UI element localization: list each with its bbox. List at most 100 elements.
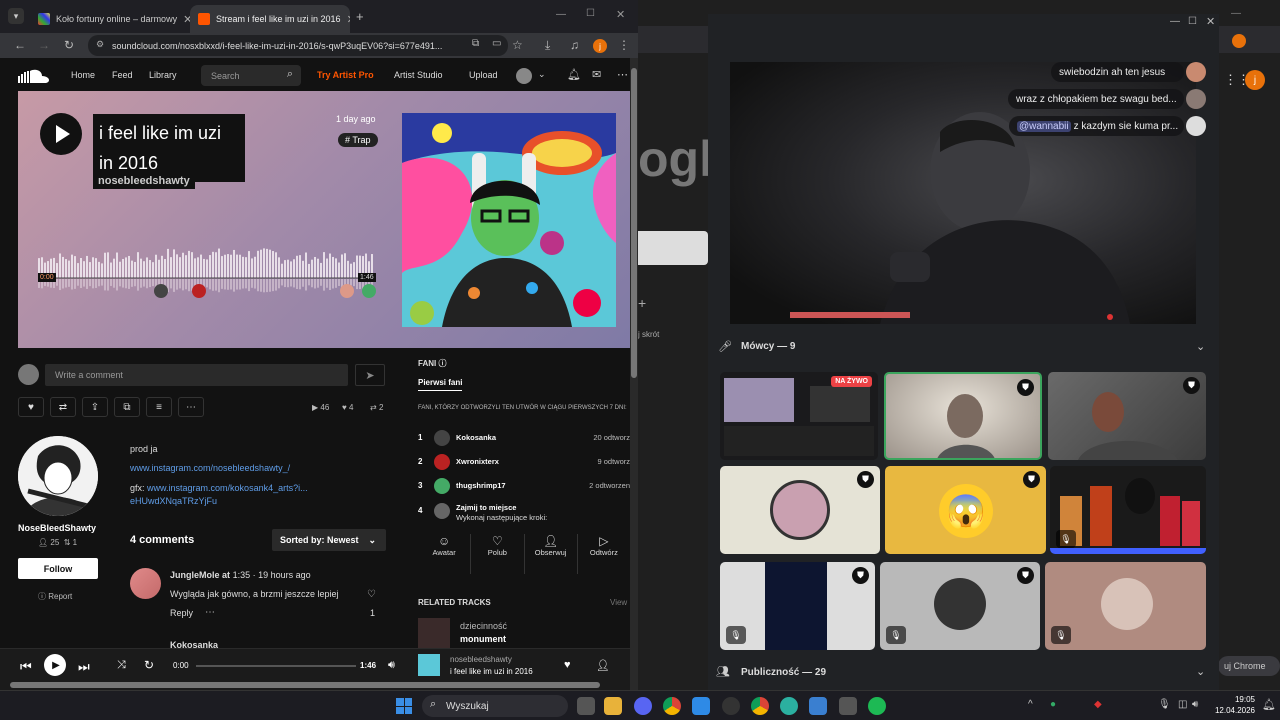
chat-avatar[interactable]: [1186, 116, 1206, 136]
waveform[interactable]: [38, 236, 374, 296]
chevron-down-icon[interactable]: ⌄: [538, 69, 546, 80]
reload-icon[interactable]: ↻: [64, 38, 74, 52]
speaker-tile-avatar-2[interactable]: 😱 ⛊: [885, 466, 1046, 554]
chrome-icon[interactable]: [663, 697, 681, 715]
track-artist[interactable]: nosebleedshawty: [93, 173, 195, 189]
fan-avatar[interactable]: [434, 478, 450, 494]
close-icon[interactable]: ✕: [183, 13, 190, 26]
more-button[interactable]: ⋯: [178, 397, 204, 417]
notepad-icon[interactable]: [809, 697, 827, 715]
send-comment-icon[interactable]: ➤: [355, 364, 385, 386]
follow-button[interactable]: Follow: [18, 558, 98, 579]
calculator-icon[interactable]: [839, 697, 857, 715]
collapse-chevron-icon[interactable]: ⌄: [1196, 665, 1205, 678]
taskbar-search[interactable]: ⌕ Wyszukaj: [422, 695, 568, 717]
fan-row[interactable]: 3 thugshrimp17 2 odtworzen: [418, 478, 630, 498]
info-icon[interactable]: ⓘ: [438, 359, 446, 368]
fan-avatar[interactable]: [434, 503, 450, 519]
user-avatar[interactable]: [516, 68, 532, 84]
cast-icon[interactable]: ▭: [492, 38, 501, 49]
bookmark-star-icon[interactable]: ☆: [512, 38, 523, 52]
fan-action-button[interactable]: ♡ Polub: [471, 534, 525, 574]
site-info-icon[interactable]: ⚙: [96, 39, 104, 50]
wifi-icon[interactable]: ◫: [1178, 699, 1187, 710]
customize-chrome-button[interactable]: uj Chrome: [1218, 656, 1280, 676]
follow-artist-icon[interactable]: 👤︎: [596, 659, 610, 672]
like-button[interactable]: ♥: [18, 397, 44, 417]
fan-action-button[interactable]: ▷ Odtwórz: [578, 534, 630, 574]
profile-avatar[interactable]: j: [593, 39, 607, 53]
share-button[interactable]: ⇪: [82, 397, 108, 417]
tray-app-icon[interactable]: ◆: [1094, 699, 1102, 710]
desc-link-continued[interactable]: eHUwdXNqaTRzYjFu: [130, 496, 217, 506]
comment-input[interactable]: Write a comment: [45, 364, 348, 386]
try-artist-pro-link[interactable]: Try Artist Pro: [317, 70, 374, 80]
chat-avatar[interactable]: [1186, 89, 1206, 109]
tab-kolo-fortuny[interactable]: Koło fortuny online – darmowy ✕: [30, 5, 190, 33]
speaker-tile-webcam-2[interactable]: ⛊: [1048, 372, 1206, 460]
play-button[interactable]: [40, 113, 82, 155]
forward-icon[interactable]: →: [38, 38, 50, 52]
repost-button[interactable]: ⇄: [50, 397, 76, 417]
maximize-icon[interactable]: ☐: [586, 8, 595, 19]
vertical-scrollbar[interactable]: [630, 58, 638, 690]
comment-more-icon[interactable]: ⋯: [205, 607, 215, 618]
more-dots-icon[interactable]: ⋯: [617, 68, 628, 81]
comment-avatar-marker[interactable]: [340, 284, 354, 298]
fan-name[interactable]: Kokosanka: [456, 433, 496, 442]
fan-name[interactable]: Xwronixterx: [456, 457, 499, 466]
minimize-icon[interactable]: —: [1170, 16, 1180, 27]
report-link[interactable]: ⓘ Report: [38, 591, 72, 602]
fan-action-button[interactable]: ☺ Awatar: [418, 534, 472, 574]
previous-icon[interactable]: ⏮: [20, 659, 32, 675]
speaker-tile-avatar-1[interactable]: ⛊: [720, 466, 880, 554]
collapse-chevron-icon[interactable]: ⌄: [1196, 340, 1205, 353]
task-view-icon[interactable]: [577, 697, 595, 715]
speaker-tile-avatar-4[interactable]: 🎙︎: [1045, 562, 1206, 650]
soundcloud-logo-icon[interactable]: [18, 68, 50, 84]
close-window-icon[interactable]: ✕: [616, 8, 625, 21]
fan-row[interactable]: 1 Kokosanka 20 odtworz: [418, 430, 630, 450]
nav-home[interactable]: Home: [71, 70, 95, 80]
back-icon[interactable]: ←: [14, 38, 26, 52]
fan-name[interactable]: thugshrimp17: [456, 481, 506, 490]
close-window-icon[interactable]: ✕: [1206, 15, 1215, 28]
upload-link[interactable]: Upload: [469, 70, 498, 80]
maximize-icon[interactable]: ☐: [1188, 16, 1197, 27]
add-to-playlist-button[interactable]: ≡: [146, 397, 172, 417]
copy-link-button[interactable]: ⧉: [114, 397, 140, 417]
progress-slider[interactable]: [196, 665, 356, 667]
search-input[interactable]: Search ⌕: [201, 65, 301, 86]
artist-name[interactable]: NoseBleedShawty: [18, 523, 96, 533]
speaker-tile-webcam-1[interactable]: ⛊: [884, 372, 1042, 460]
notification-bell-icon[interactable]: 🔔︎: [1262, 698, 1276, 711]
fan-name[interactable]: Zajmij to miejsce: [456, 503, 516, 512]
tab-soundcloud[interactable]: Stream i feel like im uzi in 2016 ✕: [190, 5, 350, 33]
fan-avatar[interactable]: [434, 430, 450, 446]
commenter-avatar[interactable]: [130, 568, 161, 599]
related-track-title[interactable]: monument: [460, 634, 506, 644]
volume-tray-icon[interactable]: 🔊︎: [1192, 699, 1198, 710]
sort-dropdown[interactable]: Sorted by: Newest ⌄: [272, 529, 386, 551]
fan-row[interactable]: 2 Xwronixterx 9 odtworz: [418, 454, 630, 474]
chat-mention[interactable]: @wannabii: [1017, 120, 1071, 132]
messages-mail-icon[interactable]: ✉: [592, 68, 601, 81]
desc-instagram-link[interactable]: www.instagram.com/nosebleedshawty_/: [130, 463, 290, 473]
speaker-tile-webcam-3[interactable]: 🎙︎: [1050, 466, 1206, 554]
nav-feed[interactable]: Feed: [112, 70, 133, 80]
gfx-link[interactable]: www.instagram.com/kokosank4_arts?i...: [147, 483, 308, 493]
player-play-button[interactable]: ▶: [44, 654, 66, 676]
spotify-icon[interactable]: [868, 697, 886, 715]
chat-avatar[interactable]: [1186, 62, 1206, 82]
chrome-profile-icon[interactable]: [751, 697, 769, 715]
discord-icon[interactable]: [634, 697, 652, 715]
download-icon[interactable]: ⤓: [545, 38, 550, 53]
related-track-artist[interactable]: dziecinność: [460, 621, 507, 631]
paint-icon[interactable]: [692, 697, 710, 715]
google-account-avatar[interactable]: j: [1245, 70, 1265, 90]
fan-action-button[interactable]: 👤︎ Obserwuj: [525, 534, 578, 574]
comment-avatar-marker[interactable]: [154, 284, 168, 298]
volume-icon[interactable]: 🔊︎: [388, 659, 395, 672]
artist-avatar[interactable]: [18, 436, 98, 516]
player-like-icon[interactable]: ♥: [564, 659, 571, 671]
